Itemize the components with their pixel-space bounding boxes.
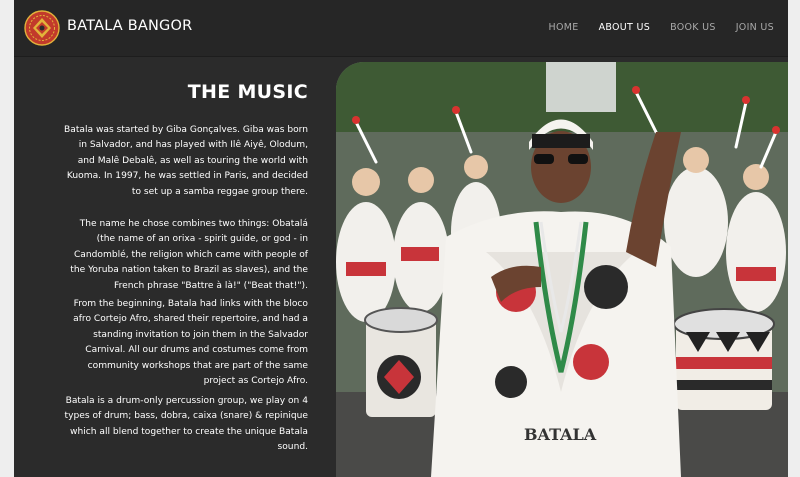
nav-about-us[interactable]: ABOUT US [599,22,651,33]
page-frame: BATALA BANGOR HOME ABOUT US BOOK US JOIN… [14,0,788,477]
samba-band-illustration: BATALA [336,62,788,477]
paragraph-history: Batala was started by Giba Gonçalves. Gi… [64,125,308,197]
page-title: THE MUSIC [187,81,308,103]
shirt-text: BATALA [524,425,597,444]
nav-join-us[interactable]: JOIN US [736,22,774,33]
main-nav: HOME ABOUT US BOOK US JOIN US [549,22,774,33]
brand-name[interactable]: BATALA BANGOR [67,18,192,34]
paragraph-name-origin: The name he chose combines two things: O… [70,219,308,291]
paragraph-drums: Batala is a drum-only percussion group, … [64,396,308,453]
band-photo: BATALA [336,62,788,477]
top-navbar: BATALA BANGOR HOME ABOUT US BOOK US JOIN… [14,0,788,57]
music-text-section: THE MUSIC Batala was started by Giba Gon… [14,57,336,477]
nav-book-us[interactable]: BOOK US [670,22,716,33]
batala-logo-icon[interactable] [24,10,60,46]
paragraph-cortejo-afro: From the beginning, Batala had links wit… [73,299,308,387]
nav-home[interactable]: HOME [549,22,579,33]
